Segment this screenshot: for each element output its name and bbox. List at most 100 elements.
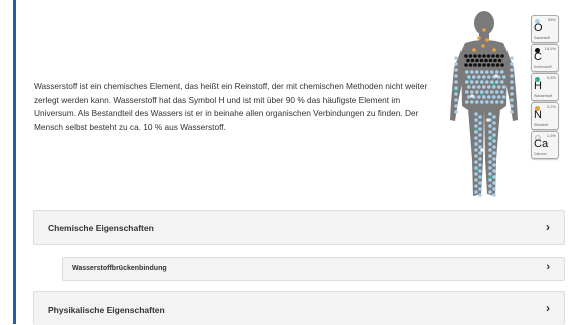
oxygen-dot (470, 100, 474, 104)
oxygen-dot (502, 85, 506, 89)
element-name: Calcium (534, 152, 547, 156)
oxygen-dot (492, 175, 496, 179)
oxygen-dot (454, 92, 458, 96)
accordion-chemische-eigenschaften[interactable]: Chemische Eigenschaften › (33, 210, 565, 245)
oxygen-dot (488, 136, 492, 140)
oxygen-dot (500, 90, 504, 94)
element-card-oxygen: 65% O Sauerstoff (531, 15, 559, 43)
oxygen-dot (454, 68, 458, 72)
oxygen-dot (485, 90, 489, 94)
oxygen-dot (465, 70, 469, 74)
calcium-dot (470, 94, 474, 98)
oxygen-dot (492, 193, 496, 197)
calcium-dot (486, 118, 490, 122)
carbon-dot (473, 54, 477, 58)
oxygen-dot (474, 124, 478, 128)
oxygen-dot (488, 130, 492, 134)
oxygen-dot (474, 130, 478, 134)
carbon-dot (486, 63, 491, 67)
oxygen-dot (470, 80, 474, 84)
accordion-wasserstoffbrueckenbindung[interactable]: Wasserstoffbrückenbindung › (62, 257, 565, 281)
oxygen-dot (492, 163, 496, 167)
oxygen-dot (510, 74, 514, 78)
oxygen-dot (495, 100, 499, 104)
oxygen-dot (474, 112, 478, 116)
oxygen-dot (467, 75, 471, 79)
oxygen-dot (478, 193, 482, 197)
element-name: Stickstoff (534, 123, 549, 127)
oxygen-dot (478, 115, 482, 119)
oxygen-dot (490, 70, 494, 74)
element-symbol: Ca (534, 138, 549, 150)
oxygen-dot (477, 95, 481, 99)
oxygen-dot (478, 145, 482, 149)
oxygen-dot (478, 187, 482, 191)
accordion-physikalische-eigenschaften[interactable]: Physikalische Eigenschaften › (33, 291, 565, 325)
oxygen-dot (474, 166, 478, 170)
oxygen-dot (478, 175, 482, 179)
nitrogen-dot (485, 38, 489, 42)
left-accent-rule (13, 0, 16, 324)
oxygen-dot (492, 127, 496, 131)
nitrogen-dot (481, 44, 485, 48)
element-percent: 18,5% (544, 46, 556, 51)
element-percent: 1,5% (546, 133, 556, 138)
oxygen-dot (492, 145, 496, 149)
oxygen-dot (478, 169, 482, 173)
oxygen-dot (474, 184, 478, 188)
oxygen-dot (478, 121, 482, 125)
oxygen-dot (492, 169, 496, 173)
oxygen-dot (510, 110, 514, 114)
oxygen-dot (478, 133, 482, 137)
carbon-dot (466, 58, 470, 63)
oxygen-dot (475, 100, 479, 104)
oxygen-dot (480, 100, 484, 104)
intro-paragraph: Wasserstoff ist ein chemisches Element, … (34, 81, 428, 132)
oxygen-dot (474, 136, 478, 140)
oxygen-dot (454, 62, 458, 66)
oxygen-dot (478, 151, 482, 155)
oxygen-dot (510, 68, 514, 72)
nitrogen-dot (472, 48, 476, 52)
accordion-label: Chemische Eigenschaften (48, 223, 154, 233)
oxygen-dot (474, 190, 478, 194)
oxygen-dot (475, 90, 479, 94)
oxygen-dot (490, 90, 494, 94)
oxygen-dot (477, 85, 481, 89)
oxygen-dot (454, 74, 458, 78)
oxygen-dot (510, 104, 514, 108)
element-card-carbon: 18,5% C Kohlenstoff (531, 44, 559, 72)
element-card-calcium: 1,5% Ca Calcium (531, 131, 559, 159)
carbon-dot (495, 63, 500, 67)
oxygen-dot (488, 190, 492, 194)
oxygen-dot (454, 110, 458, 114)
oxygen-dot (454, 80, 458, 84)
oxygen-dot (495, 70, 499, 74)
oxygen-dot (492, 157, 496, 161)
oxygen-dot (495, 90, 499, 94)
element-percent: 9,5% (546, 75, 556, 80)
carbon-dot (468, 63, 473, 67)
oxygen-dot (495, 80, 499, 84)
oxygen-dot (488, 178, 492, 182)
oxygen-dot (465, 90, 469, 94)
oxygen-dot (454, 56, 458, 60)
carbon-dot (470, 58, 475, 63)
carbon-dot (493, 58, 497, 63)
oxygen-dot (454, 104, 458, 108)
oxygen-dot (480, 80, 484, 84)
oxygen-dot (510, 98, 514, 102)
carbon-dot (482, 54, 486, 58)
oxygen-dot (488, 148, 492, 152)
oxygen-dot (474, 172, 478, 176)
oxygen-dot (487, 75, 491, 79)
oxygen-dot (492, 133, 496, 137)
oxygen-dot (478, 127, 482, 131)
carbon-dot (500, 54, 504, 58)
accordion-label: Wasserstoffbrückenbindung (72, 265, 167, 272)
oxygen-dot (478, 139, 482, 143)
nitrogen-dot (477, 36, 481, 40)
carbon-dot (464, 54, 468, 58)
oxygen-dot (472, 75, 476, 79)
oxygen-dot (488, 172, 492, 176)
